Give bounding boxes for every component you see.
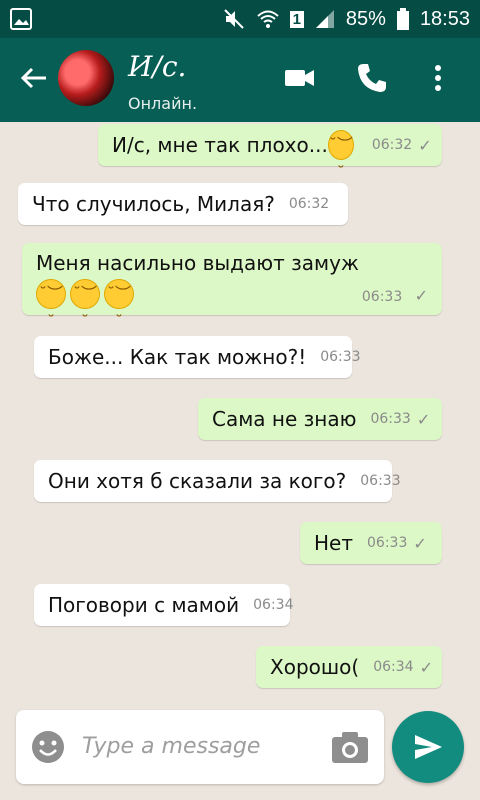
message-incoming[interactable]: Что случилось, Милая? 06:32 [18,183,348,225]
sad-face-emoji-icon: ˘︶˘ [327,130,354,182]
voice-call-icon[interactable] [354,60,390,96]
chat-header: И/с. Онлайн. [0,38,480,122]
battery-percent: 85% [345,7,386,30]
message-incoming[interactable]: Они хотя б сказали за кого? 06:33 [34,460,401,502]
gallery-notification-icon [10,8,32,30]
contact-status: Онлайн. [128,94,198,113]
clock: 18:53 [419,7,470,30]
contact-avatar[interactable] [58,50,114,106]
message-incoming[interactable]: Боже... Как так можно?! 06:33 [34,336,361,378]
battery-icon [396,8,409,30]
sad-face-emoji-icon: ˘︶˘ [36,279,66,331]
more-options-icon[interactable] [426,60,450,96]
message-outgoing[interactable]: Нет 06:33 ✓ [300,522,442,564]
sent-check-icon: ✓ [414,286,428,305]
camera-icon[interactable] [330,729,370,765]
message-outgoing[interactable]: И/с, мне так плохо... ˘︶˘ 06:32 ✓ [98,124,442,182]
sent-check-icon: ✓ [418,135,432,155]
sad-face-emoji-icon: ˘︶˘ [104,279,134,331]
video-call-icon[interactable] [282,60,318,96]
send-icon [415,735,442,759]
status-bar: 1 85% 18:53 [0,0,480,38]
sad-face-emoji-icon: ˘︶˘ [70,279,100,331]
wifi-icon [256,10,279,28]
back-arrow-icon[interactable] [18,62,50,94]
message-incoming[interactable]: Поговори с мамой 06:34 [34,584,293,626]
message-input[interactable]: Type a message [82,734,260,759]
emoji-icon[interactable] [30,729,66,765]
message-input-bar[interactable]: Type a message [16,710,384,784]
send-button[interactable] [392,711,464,783]
message-outgoing[interactable]: Меня насильно выдают замуж ˘︶˘˘︶˘˘︶˘ 06:… [22,243,442,331]
sent-check-icon: ✓ [419,657,433,677]
sim-indicator: 1 [289,10,304,28]
signal-icon [315,10,334,28]
message-outgoing[interactable]: Хорошо( 06:34 ✓ [256,646,442,688]
chat-area[interactable]: И/с, мне так плохо... ˘︶˘ 06:32 ✓ Что сл… [0,122,480,708]
mute-icon [223,9,244,29]
sent-check-icon: ✓ [416,409,431,429]
contact-name[interactable]: И/с. [128,50,186,83]
message-outgoing[interactable]: Сама не знаю 06:33 ✓ [198,398,442,440]
sent-check-icon: ✓ [413,533,427,553]
